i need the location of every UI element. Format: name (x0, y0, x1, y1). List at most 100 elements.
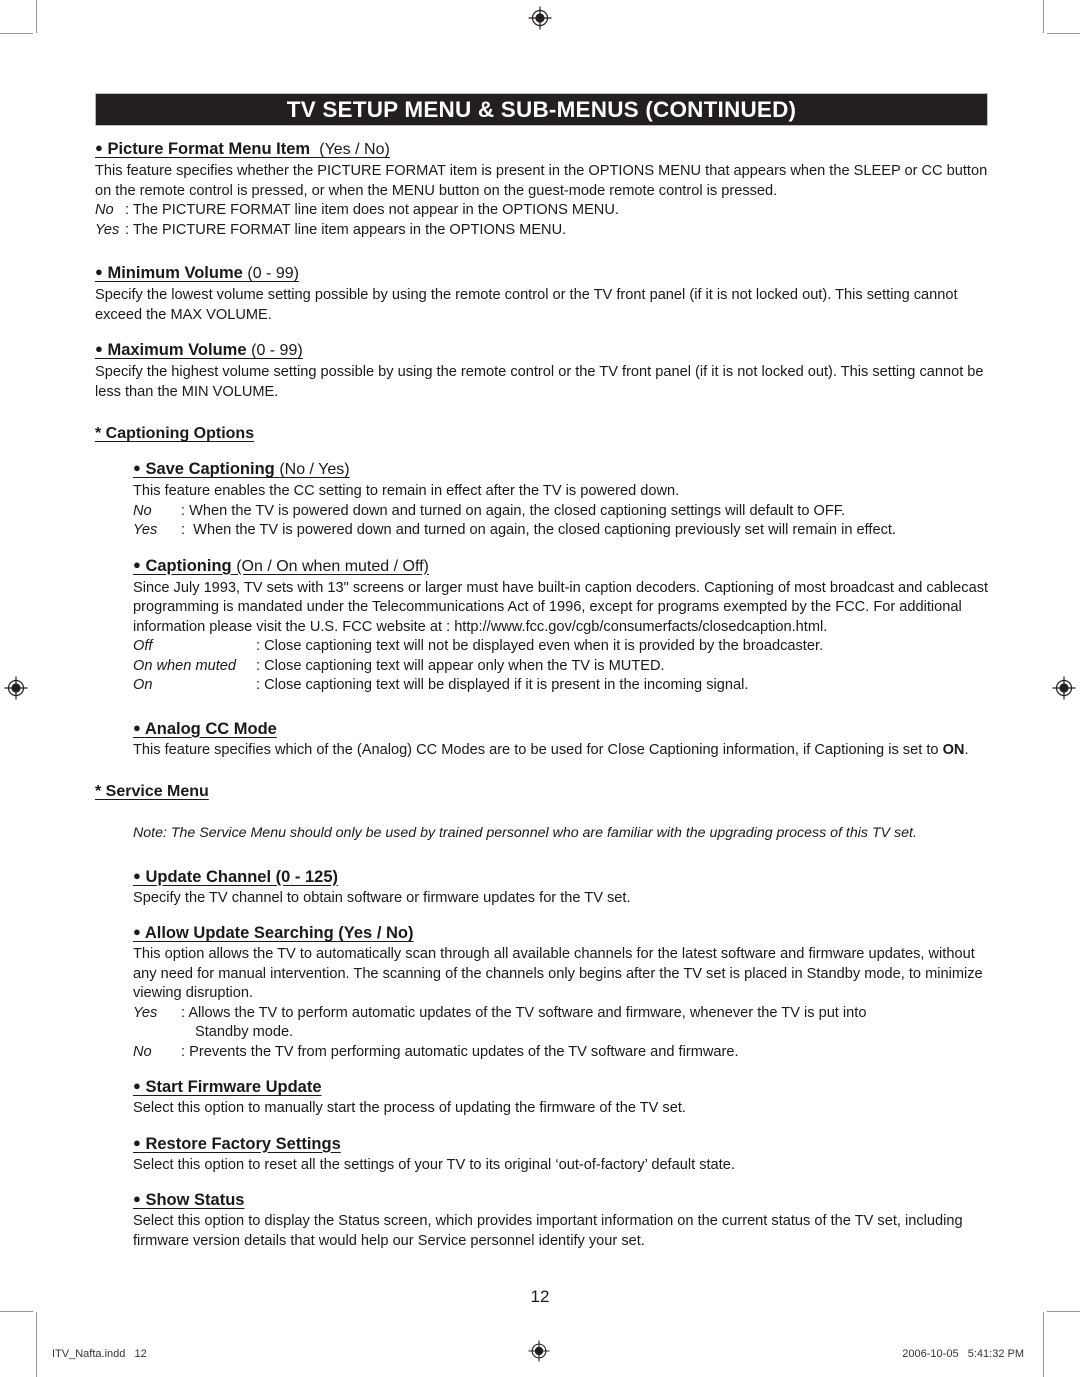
option-line: On when muted : Close captioning text wi… (133, 657, 990, 677)
heading-text: Picture Format Menu Item (107, 140, 311, 158)
bullet-icon: ● (133, 1078, 141, 1093)
option-value: : When the TV is powered down and turned… (181, 522, 896, 538)
heading-range: (Yes / No) (319, 141, 390, 158)
option-value: : Allows the TV to perform automatic upd… (181, 1004, 867, 1021)
page-title: TV SETUP MENU & SUB-MENUS (CONTINUED) (286, 96, 797, 122)
section-paragraph: This feature specifies whether the PICTU… (95, 163, 988, 199)
section-picture-format: ● Picture Format Menu Item (Yes / No) Th… (95, 138, 990, 240)
group-heading-service-menu: * Service Menu (95, 783, 209, 800)
document-page: TV SETUP MENU & SUB-MENUS (CONTINUED) ● … (0, 0, 1080, 1377)
bullet-icon: ● (133, 719, 141, 735)
section-start-firmware-update: ● Start Firmware Update Select this opti… (133, 1076, 990, 1119)
section-paragraph: Specify the lowest volume setting possib… (95, 287, 958, 323)
section-paragraph: This option allows the TV to automatical… (133, 946, 983, 1001)
note-text: Note: The Service Menu should only be us… (133, 825, 917, 841)
option-line: Yes : The PICTURE FORMAT line item appea… (95, 221, 990, 241)
page-content: ● Picture Format Menu Item (Yes / No) Th… (95, 138, 990, 1251)
option-value: : Prevents the TV from performing automa… (181, 1043, 739, 1060)
section-allow-update-searching: ● Allow Update Searching (Yes / No) This… (133, 922, 990, 1062)
section-heading-captioning: ● Captioning (On / On when muted / Off) (133, 555, 990, 577)
heading-text: Captioning (145, 556, 232, 575)
bullet-icon: ● (133, 1134, 141, 1150)
footer-file-label: ITV_Nafta.indd 12 (52, 1348, 147, 1360)
section-update-channel: ● Update Channel (0 - 125) Specify the T… (133, 866, 990, 909)
heading-text: Maximum Volume (107, 341, 247, 359)
heading-text: Allow Update Searching (Yes / No) (144, 924, 414, 942)
heading-range: (No / Yes) (279, 461, 350, 478)
section-service-menu: * Service Menu (95, 782, 990, 802)
page-title-bar: TV SETUP MENU & SUB-MENUS (CONTINUED) (95, 93, 988, 126)
section-paragraph: Since July 1993, TV sets with 13" screen… (133, 579, 989, 635)
heading-text: Analog CC Mode (144, 719, 277, 738)
section-captioning-options: * Captioning Options (95, 424, 990, 444)
option-key: Yes (95, 221, 120, 238)
section-paragraph: Select this option to reset all the sett… (133, 1156, 735, 1173)
paragraph-pre: This feature specifies which of the (Ana… (133, 741, 943, 758)
bullet-icon: ● (95, 140, 103, 155)
section-paragraph: Select this option to manually start the… (133, 1100, 686, 1116)
option-line: No : When the TV is powered down and tur… (133, 502, 990, 522)
page-number: 12 (530, 1287, 550, 1306)
bullet-icon: ● (95, 264, 103, 279)
section-paragraph: Select this option to display the Status… (133, 1213, 963, 1249)
section-heading-update-channel: ● Update Channel (0 - 125) (133, 866, 990, 887)
section-heading-start-firmware-update: ● Start Firmware Update (133, 1076, 990, 1097)
option-key: On (133, 677, 153, 693)
section-paragraph: Specify the TV channel to obtain softwar… (133, 889, 631, 906)
heading-text: Show Status (145, 1191, 245, 1209)
option-line: No : The PICTURE FORMAT line item does n… (95, 201, 990, 221)
service-menu-note: Note: The Service Menu should only be us… (133, 824, 990, 844)
section-paragraph: This feature specifies which of the (Ana… (133, 741, 990, 761)
heading-range: (0 - 99) (247, 265, 299, 282)
section-heading-restore-factory-settings: ● Restore Factory Settings (133, 1133, 990, 1154)
option-key: No (95, 202, 114, 218)
section-minimum-volume: ● Minimum Volume (0 - 99) Specify the lo… (95, 262, 990, 325)
heading-text: Update Channel (0 - 125) (145, 867, 338, 886)
section-show-status: ● Show Status Select this option to disp… (133, 1189, 990, 1251)
option-value: : Close captioning text will be displaye… (256, 677, 749, 693)
option-value: : Close captioning text will appear only… (256, 657, 665, 674)
option-line: No : Prevents the TV from performing aut… (133, 1043, 990, 1063)
option-value: : When the TV is powered down and turned… (181, 502, 846, 519)
registration-target-icon-footer (528, 1340, 550, 1362)
section-heading-allow-update-searching: ● Allow Update Searching (Yes / No) (133, 922, 990, 943)
bullet-icon: ● (133, 556, 141, 572)
section-paragraph: This feature enables the CC setting to r… (133, 483, 680, 499)
section-analog-cc-mode: ● Analog CC Mode This feature specifies … (133, 718, 990, 761)
heading-range: (On / On when muted / Off) (236, 557, 429, 575)
option-continuation: Standby mode. (195, 1024, 294, 1040)
bullet-icon: ● (133, 1191, 141, 1206)
option-line: Yes : Allows the TV to perform automatic… (133, 1004, 990, 1024)
bullet-icon: ● (133, 460, 141, 475)
option-key: Yes (133, 1004, 158, 1021)
option-value: : The PICTURE FORMAT line item appears i… (125, 221, 567, 238)
group-heading-captioning-options: * Captioning Options (95, 425, 255, 442)
section-save-captioning: ● Save Captioning (No / Yes) This featur… (133, 458, 990, 541)
option-key: No (133, 502, 152, 519)
section-heading-show-status: ● Show Status (133, 1189, 990, 1210)
bullet-icon: ● (133, 924, 141, 939)
heading-text: Restore Factory Settings (145, 1134, 341, 1153)
footer-timestamp: 2006-10-05 5:41:32 PM (902, 1348, 1024, 1360)
option-line: Yes : When the TV is powered down and tu… (133, 521, 990, 541)
paragraph-post: . (964, 741, 969, 758)
section-heading-picture-format: ● Picture Format Menu Item (Yes / No) (95, 138, 990, 160)
bullet-icon: ● (133, 867, 141, 883)
section-heading-maximum-volume: ● Maximum Volume (0 - 99) (95, 339, 990, 361)
section-heading-analog-cc-mode: ● Analog CC Mode (133, 718, 990, 739)
section-maximum-volume: ● Maximum Volume (0 - 99) Specify the hi… (95, 339, 990, 402)
option-key: On when muted (133, 657, 237, 674)
option-value: : The PICTURE FORMAT line item does not … (125, 202, 619, 218)
option-key: Yes (133, 522, 158, 538)
option-key: No (133, 1043, 152, 1060)
option-key: Off (133, 638, 153, 654)
heading-text: Minimum Volume (107, 264, 243, 282)
bullet-icon: ● (95, 341, 103, 356)
section-heading-minimum-volume: ● Minimum Volume (0 - 99) (95, 262, 990, 284)
section-restore-factory-settings: ● Restore Factory Settings Select this o… (133, 1133, 990, 1176)
option-line: On : Close captioning text will be displ… (133, 676, 990, 696)
paragraph-emphasis: ON (942, 741, 965, 758)
section-paragraph: Specify the highest volume setting possi… (95, 364, 984, 400)
heading-text: Save Captioning (145, 460, 275, 478)
heading-range: (0 - 99) (251, 342, 303, 359)
